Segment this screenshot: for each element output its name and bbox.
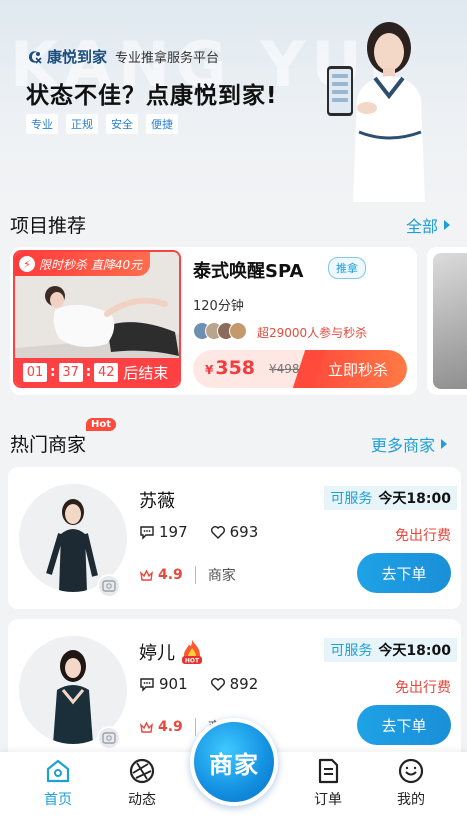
availability-time: 今天18:00	[378, 643, 451, 659]
nav-mine-label: 我的	[397, 792, 425, 808]
merchant-rating: 4.9	[158, 719, 183, 735]
nav-center-label: 商家	[209, 750, 259, 779]
merchant-meta: 4.9 商家	[139, 565, 236, 585]
flash-sale-label: 限时秒杀 直降40元	[39, 257, 143, 272]
original-price: ¥498	[269, 362, 300, 376]
lightning-icon: ⚡	[19, 256, 35, 272]
price-bar: ¥358 ¥498 立即秒杀	[193, 350, 407, 388]
nav-home[interactable]: 首页	[28, 757, 88, 809]
countdown-separator: :	[85, 364, 92, 380]
heart-icon	[210, 526, 225, 539]
brand-name: 康悦到家	[47, 48, 108, 66]
banner-headline: 状态不佳？点康悦到家!	[26, 83, 278, 109]
rating-crown-icon	[140, 720, 153, 733]
therapist-illustration	[327, 22, 425, 202]
nav-mine[interactable]: 我的	[381, 757, 441, 809]
like-count: 693	[229, 523, 259, 541]
photo-album-icon[interactable]	[97, 726, 121, 750]
current-price-value: 358	[215, 357, 256, 379]
banner-tags: 专业 正规 安全 便捷	[26, 114, 178, 134]
projects-all-label: 全部	[406, 217, 439, 236]
project-image[interactable]: ⚡ 限时秒杀 直降40元 01 : 37 : 42 后结束	[13, 250, 181, 388]
participant-avatars	[193, 322, 247, 340]
project-card-next[interactable]	[427, 247, 467, 395]
chevron-right-icon	[444, 220, 451, 230]
current-price: ¥358	[205, 357, 255, 379]
availability-badge: 可服务 今天18:00	[324, 638, 457, 662]
merchant-card[interactable]: 苏薇 可服务 今天18:00 197 693 免出行费 4.9 商家 去下单	[8, 467, 461, 609]
merchant-name: 苏薇	[139, 491, 175, 512]
availability-badge: 可服务 今天18:00	[324, 486, 457, 510]
nav-orders[interactable]: 订单	[298, 757, 358, 809]
merchant-stats: 901 892	[139, 675, 258, 693]
nav-feed[interactable]: 动态	[112, 757, 172, 809]
chevron-right-icon	[441, 439, 448, 449]
project-category-badge: 推拿	[328, 257, 366, 279]
order-button[interactable]: 去下单	[357, 553, 451, 593]
merchant-name-row: 苏薇	[139, 487, 175, 513]
aperture-icon	[129, 758, 155, 784]
brand-subtitle: 专业推拿服务平台	[115, 51, 220, 66]
countdown-seconds: 42	[94, 362, 119, 382]
projects-all-link[interactable]: 全部	[406, 213, 451, 237]
nav-home-label: 首页	[44, 792, 72, 808]
brand-logo-icon	[29, 50, 42, 64]
availability-status: 可服务	[330, 491, 373, 507]
divider	[194, 718, 196, 736]
merchant-stats: 197 693	[139, 523, 258, 541]
nav-orders-label: 订单	[314, 792, 342, 808]
availability-status: 可服务	[330, 643, 373, 659]
heart-icon	[210, 678, 225, 691]
merchant-name-row: 婷儿 HOT	[139, 639, 203, 665]
project-image	[433, 253, 467, 389]
availability-time: 今天18:00	[378, 491, 451, 507]
divider	[194, 566, 196, 584]
countdown-minutes: 37	[58, 362, 83, 382]
merchant-name: 婷儿	[139, 643, 175, 664]
nav-merchant-center-button[interactable]: 商家	[190, 718, 278, 806]
countdown-suffix: 后结束	[123, 363, 169, 382]
merchant-type: 商家	[207, 568, 236, 584]
project-duration: 120分钟	[193, 299, 244, 314]
hot-badge: Hot	[86, 418, 117, 431]
banner-tag: 专业	[26, 114, 58, 134]
nav-feed-label: 动态	[128, 792, 156, 808]
hot-icon-text: HOT	[185, 658, 200, 665]
merchant-rating: 4.9	[158, 567, 183, 583]
participants-count: 超29000人参与秒杀	[257, 326, 368, 340]
order-button[interactable]: 去下单	[357, 705, 451, 745]
comment-icon	[140, 526, 154, 540]
comment-count: 901	[159, 675, 188, 693]
hot-flame-icon: HOT	[182, 640, 202, 665]
banner-tag: 正规	[66, 114, 98, 134]
order-document-icon	[318, 758, 339, 784]
more-merchants-link[interactable]: 更多商家	[371, 432, 448, 456]
countdown-hours: 01	[23, 362, 47, 382]
project-title: 泰式唤醒SPA	[193, 261, 304, 282]
countdown-timer: 01 : 37 : 42 后结束	[15, 358, 179, 386]
banner-tag: 便捷	[146, 114, 178, 134]
more-merchants-label: 更多商家	[371, 436, 436, 455]
flash-buy-label: 立即秒杀	[327, 360, 388, 379]
like-count: 892	[229, 675, 259, 693]
free-fare-label: 免出行费	[395, 528, 451, 544]
projects-section-title: 项目推荐	[10, 215, 87, 237]
photo-album-icon[interactable]	[97, 574, 121, 598]
flash-sale-tag: ⚡ 限时秒杀 直降40元	[15, 252, 151, 276]
comment-count: 197	[159, 523, 188, 541]
currency-symbol: ¥	[205, 363, 214, 377]
banner-tag: 安全	[106, 114, 138, 134]
comment-icon	[140, 678, 154, 692]
flash-buy-button[interactable]: 立即秒杀	[309, 350, 407, 388]
top-banner[interactable]: KANG YUE 康悦到家 专业推拿服务平台 状态不佳？点康悦到家! 专业 正规…	[0, 0, 467, 205]
avatar	[229, 322, 247, 340]
smiley-icon	[398, 758, 424, 784]
home-icon	[46, 759, 70, 783]
rating-crown-icon	[140, 568, 153, 581]
free-fare-label: 免出行费	[395, 680, 451, 696]
merchants-section-title: 热门商家	[10, 434, 87, 456]
countdown-separator: :	[50, 364, 56, 380]
project-card[interactable]: ⚡ 限时秒杀 直降40元 01 : 37 : 42 后结束 泰式唤醒SPA 推拿…	[10, 247, 417, 395]
brand-row: 康悦到家 专业推拿服务平台	[26, 46, 219, 67]
